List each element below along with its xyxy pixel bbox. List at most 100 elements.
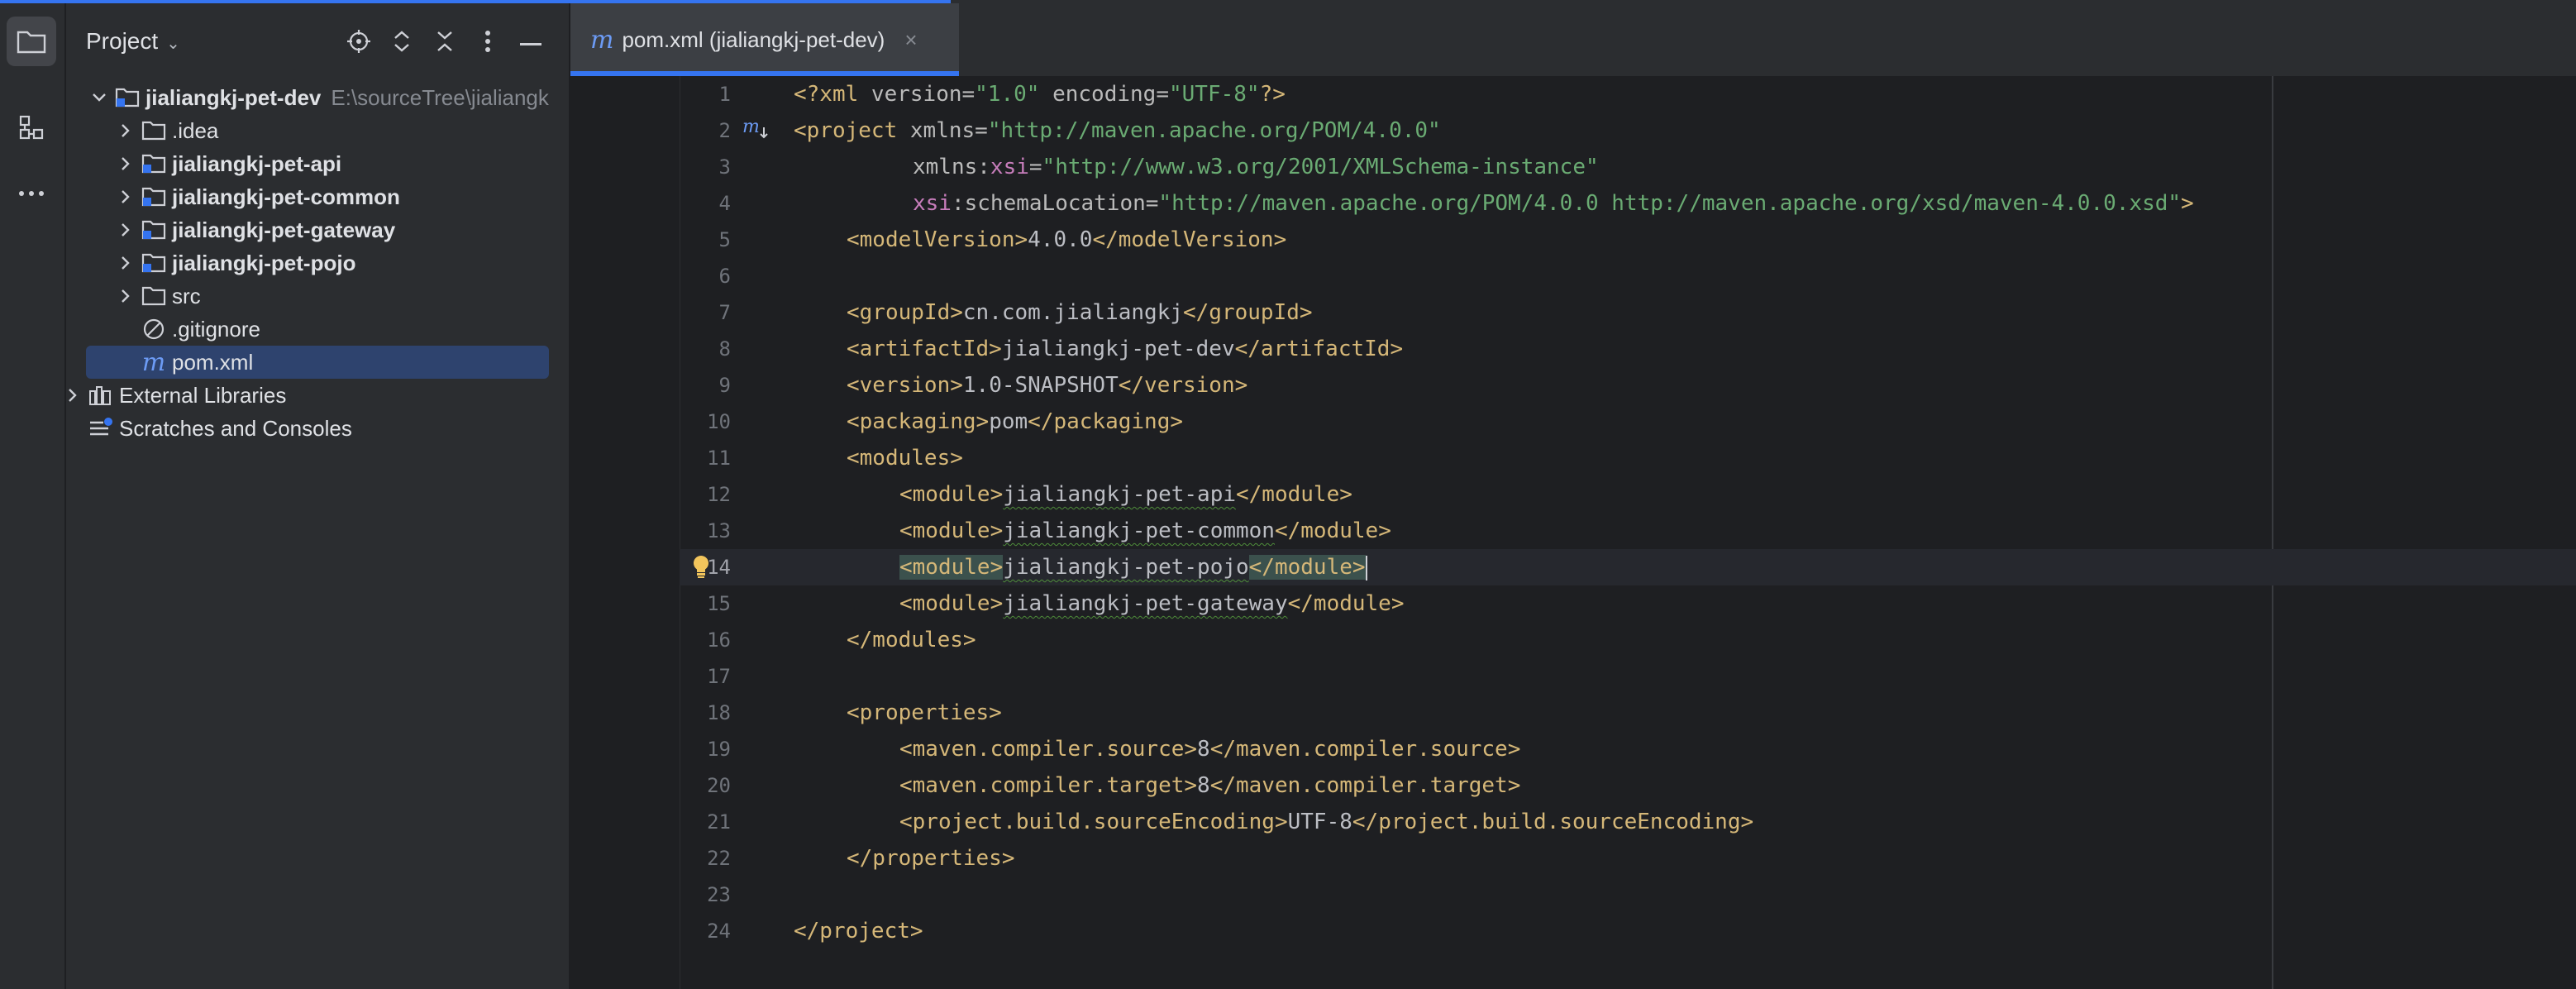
line-number: 20 bbox=[707, 774, 731, 797]
code-text: <groupId>cn.com.jialiangkj</groupId> bbox=[847, 300, 1313, 325]
tree-item-label: .idea bbox=[172, 117, 219, 143]
line-number: 18 bbox=[707, 701, 731, 724]
tree-item-pom-xml[interactable]: m pom.xml bbox=[86, 346, 549, 379]
code-line: 23 bbox=[680, 877, 2576, 913]
lightbulb-icon[interactable] bbox=[691, 554, 711, 583]
options-button[interactable] bbox=[471, 26, 504, 60]
code-line: 6 bbox=[680, 258, 2576, 294]
code-line: 19 <maven.compiler.source>8</maven.compi… bbox=[680, 731, 2576, 767]
code-editor[interactable]: 1 <?xml version="1.0" encoding="UTF-8"?>… bbox=[680, 76, 2576, 989]
folder-icon bbox=[17, 29, 46, 54]
editor-area: m pom.xml (jialiangkj-pet-dev) × 1 <?xml… bbox=[570, 3, 2576, 989]
tree-item-label: External Libraries bbox=[119, 382, 287, 408]
code-line: 22 </properties> bbox=[680, 840, 2576, 877]
code-text: <module>jialiangkj-pet-gateway</module> bbox=[899, 591, 1405, 616]
code-line: 1 <?xml version="1.0" encoding="UTF-8"?> bbox=[680, 76, 2576, 112]
tree-item-label: jialiangkj-pet-api bbox=[172, 150, 342, 176]
module-folder-icon bbox=[139, 180, 169, 213]
tree-item-label: jialiangkj-pet-common bbox=[172, 184, 400, 209]
expand-all-icon bbox=[391, 29, 413, 58]
code-line: 4 xsi:schemaLocation="http://maven.apach… bbox=[680, 185, 2576, 222]
tree-item-module-common[interactable]: jialiangkj-pet-common bbox=[86, 180, 569, 213]
folder-icon bbox=[139, 280, 169, 313]
tree-item-module-pojo[interactable]: jialiangkj-pet-pojo bbox=[86, 246, 569, 280]
tree-item-src[interactable]: src bbox=[86, 280, 569, 313]
tree-item-external-libraries[interactable]: External Libraries bbox=[66, 379, 522, 412]
collapse-all-button[interactable] bbox=[428, 26, 461, 60]
code-line: 13 <module>jialiangkj-pet-common</module… bbox=[680, 513, 2576, 549]
tree-item-root[interactable]: jialiangkj-pet-dev E:\sourceTree\jialian… bbox=[86, 81, 549, 114]
code-text: <modules> bbox=[847, 446, 963, 471]
module-folder-icon bbox=[139, 147, 169, 180]
chevron-right-icon[interactable] bbox=[112, 280, 139, 313]
project-panel: Project ⌄ jialiangkj-pet-dev E:\sourceTr… bbox=[66, 3, 570, 989]
minimize-icon bbox=[520, 36, 541, 50]
hide-panel-button[interactable] bbox=[514, 26, 547, 60]
libraries-icon bbox=[86, 379, 116, 412]
structure-tool-button[interactable] bbox=[7, 103, 56, 152]
chevron-right-icon[interactable] bbox=[66, 379, 86, 412]
code-line: 11 <modules> bbox=[680, 440, 2576, 476]
tree-item-label: jialiangkj-pet-pojo bbox=[172, 250, 356, 275]
chevron-down-icon[interactable] bbox=[86, 81, 112, 114]
line-number: 9 bbox=[718, 374, 731, 397]
code-line: 3 xmlns:xsi="http://www.w3.org/2001/XMLS… bbox=[680, 149, 2576, 185]
tab-label: pom.xml (jialiangkj-pet-dev) bbox=[622, 26, 885, 52]
crosshair-icon bbox=[346, 29, 371, 58]
expand-all-button[interactable] bbox=[385, 26, 418, 60]
code-text: xsi:schemaLocation="http://maven.apache.… bbox=[913, 191, 2194, 216]
more-horizontal-icon bbox=[17, 189, 45, 198]
code-line: 9 <version>1.0-SNAPSHOT</version> bbox=[680, 367, 2576, 404]
code-line: 18 <properties> bbox=[680, 695, 2576, 731]
tree-item-label: Scratches and Consoles bbox=[119, 415, 352, 441]
chevron-right-icon[interactable] bbox=[112, 180, 139, 213]
code-text: <maven.compiler.source>8</maven.compiler… bbox=[899, 737, 1521, 762]
tree-item-module-api[interactable]: jialiangkj-pet-api bbox=[86, 147, 569, 180]
code-text: <project xmlns="http://maven.apache.org/… bbox=[794, 118, 1441, 143]
tree-item-gitignore[interactable]: .gitignore bbox=[86, 313, 569, 346]
project-path-hint: E:\sourceTree\jialiangk bbox=[331, 84, 549, 110]
tab-pom-xml[interactable]: m pom.xml (jialiangkj-pet-dev) × bbox=[570, 3, 959, 76]
project-view-selector[interactable]: Project ⌄ bbox=[86, 28, 180, 55]
tree-item-module-gateway[interactable]: jialiangkj-pet-gateway bbox=[86, 213, 569, 246]
line-number: 19 bbox=[707, 738, 731, 761]
line-number: 24 bbox=[707, 920, 731, 943]
project-tool-button[interactable] bbox=[7, 17, 56, 66]
code-line: 17 bbox=[680, 658, 2576, 695]
tree-item-label: jialiangkj-pet-gateway bbox=[172, 217, 396, 242]
editor-tab-bar: m pom.xml (jialiangkj-pet-dev) × bbox=[570, 3, 2576, 78]
line-number: 7 bbox=[718, 301, 731, 324]
structure-icon bbox=[18, 114, 45, 141]
close-icon[interactable]: × bbox=[904, 27, 917, 53]
tree-item-scratches[interactable]: Scratches and Consoles bbox=[66, 412, 522, 445]
code-line-current: 14 <module>jialiangkj-pet-pojo</module> bbox=[680, 549, 2576, 585]
svg-text:m: m bbox=[742, 117, 760, 137]
tree-item-idea[interactable]: .idea bbox=[86, 114, 569, 147]
locate-file-button[interactable] bbox=[342, 26, 375, 60]
ignore-file-icon bbox=[139, 313, 169, 346]
chevron-right-icon[interactable] bbox=[112, 147, 139, 180]
chevron-right-icon[interactable] bbox=[112, 213, 139, 246]
code-text: <module>jialiangkj-pet-common</module> bbox=[899, 518, 1391, 543]
chevron-down-icon: ⌄ bbox=[166, 34, 180, 53]
code-line: 20 <maven.compiler.target>8</maven.compi… bbox=[680, 767, 2576, 804]
tree-item-label: jialiangkj-pet-dev bbox=[145, 84, 322, 110]
code-line: 5 <modelVersion>4.0.0</modelVersion> bbox=[680, 222, 2576, 258]
code-text: </modules> bbox=[847, 628, 976, 652]
chevron-right-icon[interactable] bbox=[112, 246, 139, 280]
activity-bar bbox=[0, 3, 66, 989]
line-number: 13 bbox=[707, 519, 731, 542]
maven-icon: m bbox=[141, 347, 166, 377]
code-text: <artifactId>jialiangkj-pet-dev</artifact… bbox=[847, 337, 1404, 361]
maven-gutter-icon[interactable]: m bbox=[742, 116, 770, 146]
line-number: 12 bbox=[707, 483, 731, 506]
code-text: <module>jialiangkj-pet-pojo</module> bbox=[899, 555, 1367, 580]
code-line: 10 <packaging>pom</packaging> bbox=[680, 404, 2576, 440]
maven-icon: m bbox=[590, 25, 614, 55]
collapse-all-icon bbox=[434, 29, 456, 58]
more-tools-button[interactable] bbox=[7, 169, 56, 218]
tree-item-label: src bbox=[172, 283, 201, 308]
chevron-right-icon[interactable] bbox=[112, 114, 139, 147]
editor-gutter bbox=[570, 76, 680, 989]
line-number: 6 bbox=[718, 265, 731, 288]
